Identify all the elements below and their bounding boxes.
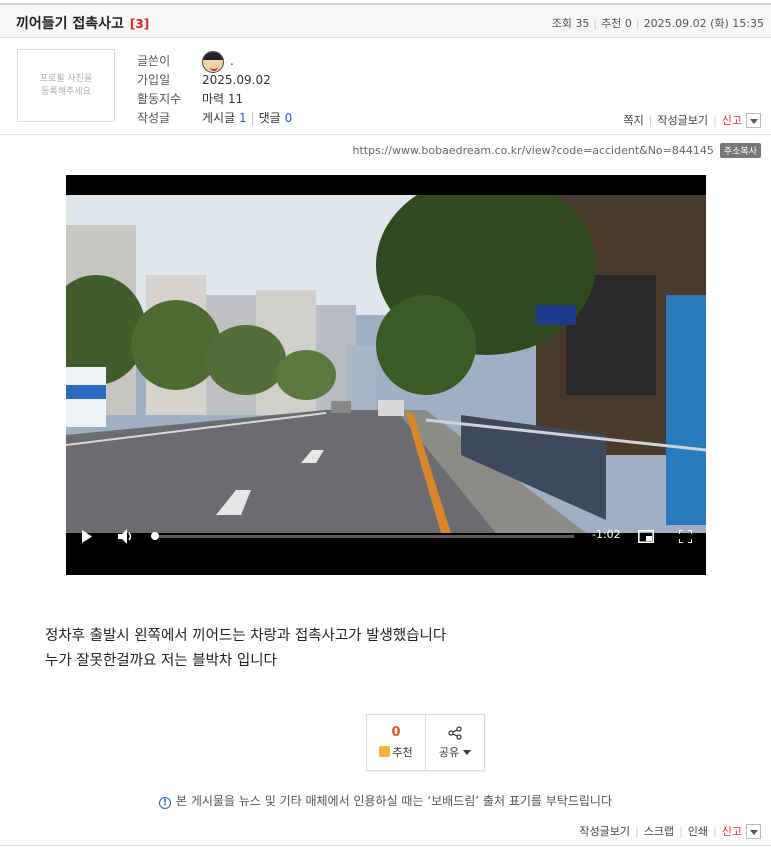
avatar[interactable] <box>202 50 224 73</box>
label-activity: 활동지수 <box>137 92 182 106</box>
recommend-count-value: 0 <box>391 725 401 740</box>
post-header: 끼어들기 접촉사고 [3] 조회 35 | 추천 0 | 2025.09.02 (화) 1… <box>0 3 771 38</box>
join-date: 2025.09.02 <box>202 73 271 87</box>
author-info-values: . 2025.09.02 마력 11 게시글 1 | 댓글 0 <box>202 50 292 128</box>
post-stats: 게시글 1 | 댓글 0 <box>202 109 292 128</box>
share-icon <box>448 725 462 740</box>
post-datetime: 2025.09.02 (화) 15:35 <box>643 17 764 30</box>
activity-score: 마력 11 <box>202 92 244 106</box>
post-url: https://www.bobaedream.co.kr/view?code=a… <box>352 144 714 157</box>
video-player[interactable]: -1:02 <box>66 175 706 575</box>
progress-handle[interactable] <box>151 532 159 540</box>
author-info-labels: 글쓴이 가입일 활동지수 작성글 <box>137 52 181 128</box>
view-posts-link[interactable]: 작성글보기 <box>657 112 708 128</box>
action-box: 0 추천 공유 <box>366 714 485 771</box>
posts-label: 게시글 <box>202 111 236 125</box>
profile-placeholder-line2: 등록해주세요 <box>41 86 91 97</box>
play-icon[interactable] <box>81 530 93 543</box>
profile-photo-placeholder: 프로필 사진을 등록해주세요 <box>17 49 115 122</box>
share-dropdown-icon <box>463 749 472 755</box>
bottom-view-posts-link[interactable]: 작성글보기 <box>579 823 630 839</box>
report-dropdown-icon[interactable] <box>746 112 761 128</box>
author-nickname[interactable]: . <box>230 52 234 71</box>
comment-count[interactable]: [3] <box>130 17 149 31</box>
content-line-1: 정차후 출발시 왼쪽에서 끼어드는 차랑과 접촉사고가 발생했습니다 <box>45 628 447 644</box>
print-link[interactable]: 인쇄 <box>688 823 708 839</box>
profile-placeholder-line1: 프로필 사진을 <box>39 73 93 84</box>
post-title: 끼어들기 접촉사고 [3] <box>16 13 149 33</box>
post-title-text: 끼어들기 접촉사고 <box>16 16 124 32</box>
post-content: 정차후 출발시 왼쪽에서 끼어드는 차랑과 접촉사고가 발생했습니다 누가 잘못… <box>45 624 446 674</box>
recommend-count: 추천 0 <box>601 17 632 30</box>
bottom-links: 작성글보기 | 스크랩 | 인쇄 | 신고 <box>579 823 761 839</box>
video-controls: -1:02 <box>66 521 706 553</box>
label-posts: 작성글 <box>137 111 171 125</box>
volume-icon[interactable] <box>118 529 134 544</box>
recommend-label: 추천 <box>392 746 413 759</box>
view-count: 조회 35 <box>551 17 590 30</box>
recommend-button[interactable]: 0 추천 <box>367 715 425 770</box>
copy-url-button[interactable]: 주소복사 <box>719 143 761 158</box>
author-links: 쪽지 | 작성글보기 | 신고 <box>623 112 761 128</box>
citation-notice: ! 본 게시물을 뉴스 및 기타 매체에서 인용하실 때는 ‘보배드림’ 출처 표… <box>0 792 771 809</box>
post-meta: 조회 35 | 추천 0 | 2025.09.02 (화) 15:35 <box>551 17 764 30</box>
scrap-link[interactable]: 스크랩 <box>644 823 674 839</box>
share-label: 공유 <box>438 745 460 759</box>
notice-text: 본 게시물을 뉴스 및 기타 매체에서 인용하실 때는 ‘보배드림’ 출처 표기… <box>176 794 612 808</box>
comments-label: 댓글 <box>258 111 281 125</box>
author-nickname-row[interactable]: . <box>202 50 292 73</box>
url-row: https://www.bobaedream.co.kr/view?code=a… <box>353 143 761 158</box>
share-button[interactable]: 공유 <box>425 715 484 770</box>
label-join-date: 가입일 <box>137 73 171 87</box>
divider <box>0 134 771 135</box>
video-time: -1:02 <box>592 528 621 541</box>
bottom-report-link[interactable]: 신고 <box>722 823 742 839</box>
message-link[interactable]: 쪽지 <box>623 112 643 128</box>
fullscreen-icon[interactable] <box>679 530 692 543</box>
video-frame <box>66 195 706 533</box>
bottom-divider <box>0 845 771 846</box>
comments-count[interactable]: 0 <box>285 109 293 128</box>
picture-in-picture-icon[interactable] <box>638 530 654 543</box>
content-line-2: 누가 잘못한걸까요 저는 블박차 입니다 <box>45 653 277 669</box>
video-progress-bar[interactable] <box>151 532 574 540</box>
report-link[interactable]: 신고 <box>722 112 742 128</box>
posts-count[interactable]: 1 <box>239 109 247 128</box>
bottom-report-dropdown-icon[interactable] <box>746 823 761 839</box>
thumbs-up-icon <box>379 746 391 757</box>
info-icon: ! <box>159 797 171 809</box>
label-author: 글쓴이 <box>137 54 171 68</box>
